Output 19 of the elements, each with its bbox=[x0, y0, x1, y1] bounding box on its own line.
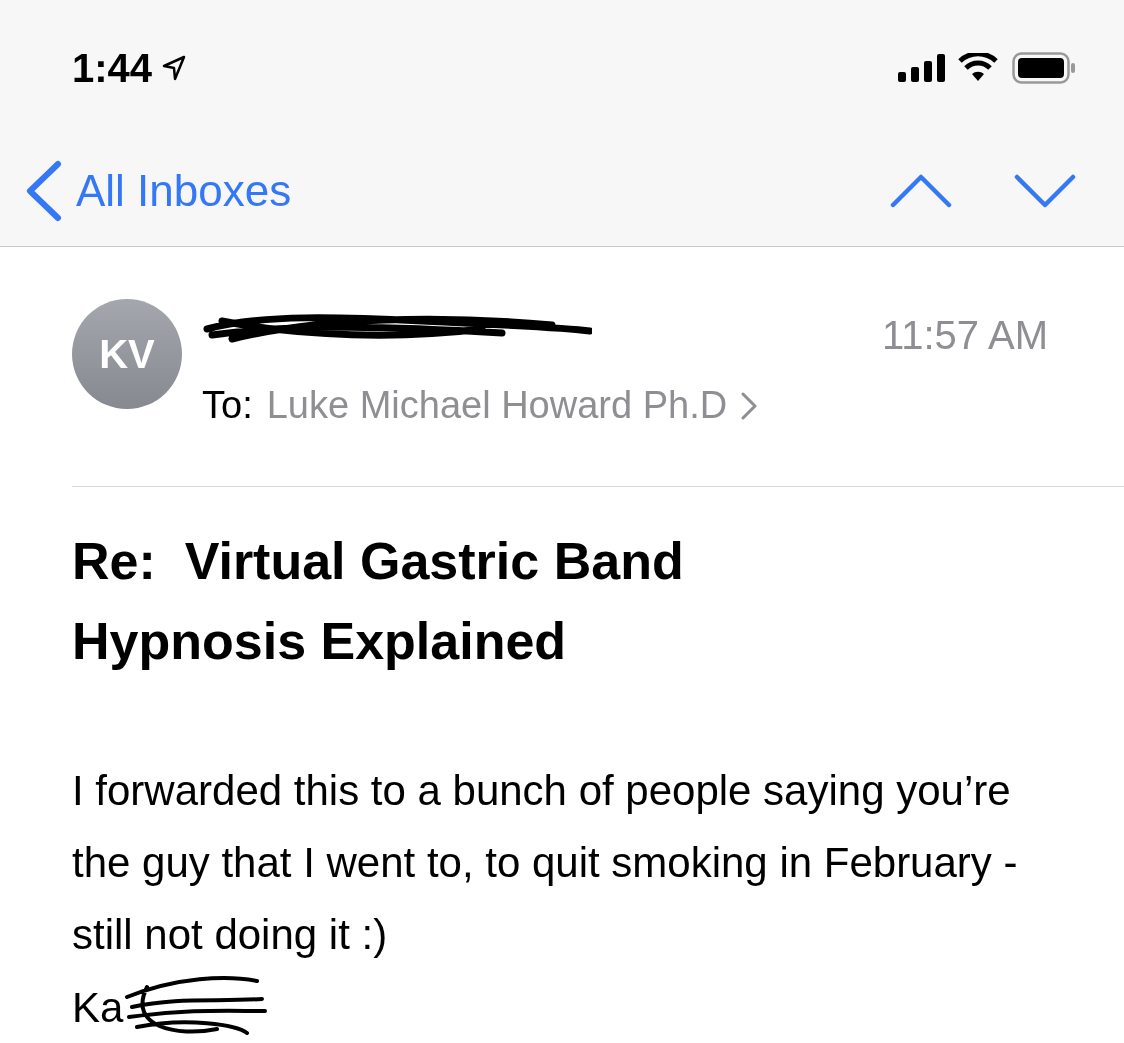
next-message-button[interactable] bbox=[1014, 173, 1076, 208]
sender-avatar: KV bbox=[72, 299, 182, 409]
message-time: 11:57 AM bbox=[881, 312, 1048, 359]
back-button[interactable]: All Inboxes bbox=[24, 157, 292, 224]
recipient-link[interactable]: Luke Michael Howard Ph.D bbox=[266, 377, 758, 434]
to-label: To: bbox=[202, 383, 253, 428]
previous-message-button[interactable] bbox=[890, 173, 952, 208]
message-subject: Re: Virtual Gastric Band Hypnosis Explained bbox=[72, 531, 685, 672]
status-time: 1:44 bbox=[72, 44, 153, 92]
location-arrow-icon bbox=[162, 54, 187, 81]
signature: Ka bbox=[72, 982, 124, 1033]
signal-icon bbox=[898, 53, 948, 82]
wifi-icon bbox=[958, 52, 998, 83]
chevron-up-icon bbox=[890, 173, 952, 208]
battery-icon bbox=[1012, 51, 1076, 84]
chevron-down-icon bbox=[1014, 173, 1076, 208]
chevron-left-icon bbox=[24, 159, 64, 222]
chevron-right-icon bbox=[741, 391, 758, 420]
message-body: I forwarded this to a bunch of people saying you’re the guy that I went to, to quit smoking in February - still not doing it :) bbox=[72, 766, 1019, 960]
